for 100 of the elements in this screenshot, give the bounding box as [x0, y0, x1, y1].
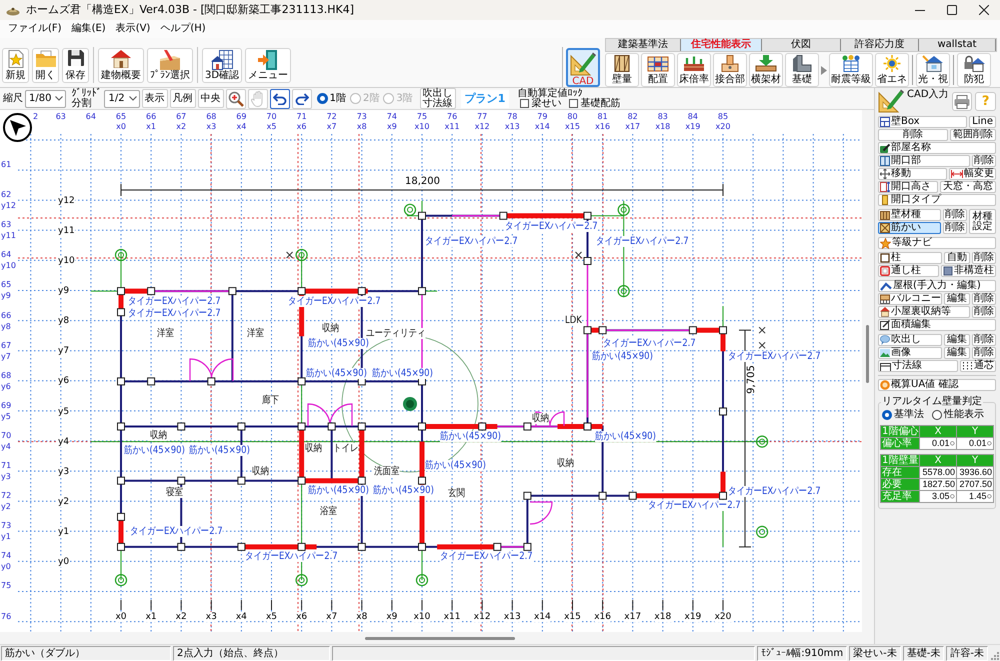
radio-button[interactable]	[882, 410, 892, 420]
tool-button[interactable]: 非構造柱	[941, 265, 996, 277]
ruler-number: x17	[625, 122, 640, 131]
tool-button[interactable]: 削除	[943, 222, 967, 234]
tool-button[interactable]: 削除	[878, 129, 948, 141]
toolbar-button[interactable]: 接合部	[713, 53, 747, 87]
menu-item[interactable]: 表示(V)	[110, 22, 156, 36]
wall-spec-label: タイガーEXハイパー2.7	[128, 296, 221, 307]
tool-button[interactable]: 範囲削除	[950, 129, 996, 141]
tool-button[interactable]: 開口高さ	[878, 181, 938, 193]
tab[interactable]: wallstat	[919, 39, 996, 51]
tool-button[interactable]: 自動	[944, 252, 970, 264]
toolbar-button[interactable]: ﾌﾟﾗﾝ選択	[147, 48, 193, 83]
toolbar-button[interactable]: 3D確認	[202, 48, 242, 83]
toolbar-button[interactable]: 耐震等級	[829, 53, 873, 87]
ruler-number: x4	[236, 122, 246, 131]
radio-button[interactable]	[316, 93, 328, 104]
tool-button[interactable]: 概算UA値 確認	[878, 379, 996, 391]
toolbar-button[interactable]: 横架材	[749, 53, 783, 87]
view-button[interactable]: 表示	[142, 89, 168, 108]
tab[interactable]: 許容応力度	[841, 39, 919, 51]
tool-button[interactable]: 開口タイプ	[878, 194, 996, 206]
tool-button[interactable]: 移動	[878, 168, 947, 180]
tool-button[interactable]: 吹出し	[878, 334, 942, 346]
toolbar-button[interactable]: 光・視	[916, 53, 950, 87]
wall-spec-label: タイガーEXハイパー2.7	[505, 221, 598, 232]
toolbar-button[interactable]: 基礎	[785, 53, 819, 87]
toolbar-button[interactable]: 保存	[62, 48, 89, 83]
view-button[interactable]: 中央	[198, 89, 224, 108]
wall-box-icon	[880, 117, 890, 127]
checkbox[interactable]	[520, 99, 530, 108]
tool-button[interactable]: 等級ナビ	[878, 237, 996, 249]
tool-button[interactable]: 小屋裏収納等	[878, 306, 970, 318]
scrollbar-thumb[interactable]	[365, 637, 515, 640]
menu-item[interactable]: 編集(E)	[66, 22, 111, 36]
undo-button[interactable]	[270, 88, 290, 108]
tool-button[interactable]: 寸法線	[878, 360, 958, 372]
toolbar-button[interactable]: 床倍率	[677, 53, 711, 87]
leader-button[interactable]: 吹出し寸法線	[420, 88, 456, 109]
tool-button[interactable]: 部屋名称	[878, 142, 996, 154]
ruler-number: x6	[296, 122, 306, 131]
checkbox[interactable]	[569, 99, 578, 108]
toolbar-button[interactable]: メニュー	[245, 48, 292, 83]
drawing-canvas[interactable]	[0, 110, 862, 632]
tool-button[interactable]: 画像	[878, 347, 942, 359]
tool-button[interactable]: 削除	[943, 209, 967, 221]
tool-button[interactable]: 筋かい	[878, 222, 941, 234]
toolbar-button[interactable]: 建物概要	[98, 48, 144, 83]
tool-button[interactable]: 削除	[972, 306, 996, 318]
menu-item[interactable]: ヘルプ(H)	[155, 22, 211, 36]
zoom-button[interactable]	[226, 88, 246, 108]
view-button[interactable]: 凡例	[170, 89, 196, 108]
toolbar-button[interactable]: 新規	[2, 48, 29, 83]
redo-button[interactable]	[292, 88, 312, 108]
arrow-circle-icon	[3, 113, 32, 142]
balcony-icon	[880, 294, 890, 304]
tool-button[interactable]: 屋根(手入力・編集)	[878, 280, 996, 292]
grid-dropdown[interactable]: 1/2	[104, 90, 140, 108]
toolbar-button[interactable]: 開く	[32, 48, 59, 83]
tool-button[interactable]: Line	[969, 116, 996, 128]
joint-block-icon	[719, 55, 741, 72]
tool-button[interactable]: 面積編集	[878, 319, 996, 331]
tool-button[interactable]: 通し柱	[878, 265, 939, 277]
scrollbar-thumb[interactable]	[866, 325, 869, 383]
tool-button[interactable]: 壁Box	[878, 116, 968, 128]
print-button[interactable]	[952, 92, 972, 111]
tool-button[interactable]: 開口部	[878, 155, 970, 167]
tab[interactable]: 伏図	[762, 39, 841, 51]
tool-button[interactable]: 削除	[972, 334, 996, 346]
radio-button[interactable]	[932, 410, 942, 420]
tool-button[interactable]: 壁材種	[878, 209, 941, 221]
table-cell: 3936.60	[957, 467, 993, 478]
tool-button[interactable]: 柱	[878, 252, 942, 264]
pencil-card-icon	[880, 143, 890, 153]
tool-button[interactable]: 削除	[972, 252, 996, 264]
scale-dropdown[interactable]: 1/80	[25, 90, 66, 108]
toolbar-button[interactable]: 防犯	[957, 53, 991, 87]
toolbar-button[interactable]: 配置	[641, 53, 675, 87]
tab[interactable]: 住宅性能表示	[681, 39, 762, 51]
menu-item[interactable]: ファイル(F)	[3, 22, 67, 36]
door-arrow-icon	[258, 50, 278, 70]
ruler-number: x2	[176, 122, 186, 131]
tool-button[interactable]: 削除	[972, 347, 996, 359]
window-frame-icon	[880, 156, 890, 166]
tool-button[interactable]: 幅変更	[949, 168, 996, 180]
tool-button[interactable]: 材種設定	[969, 209, 996, 234]
tool-button[interactable]: 編集	[944, 334, 970, 346]
tool-button[interactable]: 編集	[944, 293, 970, 305]
cad-mode-button[interactable]: CAD	[566, 48, 600, 87]
tool-button[interactable]: 編集	[944, 347, 970, 359]
tool-button[interactable]: 削除	[972, 155, 996, 167]
axis-label: x2	[176, 612, 187, 622]
toolbar-button[interactable]: 壁量	[605, 53, 639, 87]
toolbar-button[interactable]: 省エネ	[875, 53, 909, 87]
tool-button[interactable]: バルコニー	[878, 293, 942, 305]
tool-button[interactable]: 削除	[972, 293, 996, 305]
ruler-number: x7	[326, 122, 337, 131]
ruler-number: y2	[1, 502, 11, 512]
tool-button[interactable]: 通芯	[960, 360, 996, 372]
tool-button[interactable]: 天窓・高窓	[940, 181, 996, 193]
